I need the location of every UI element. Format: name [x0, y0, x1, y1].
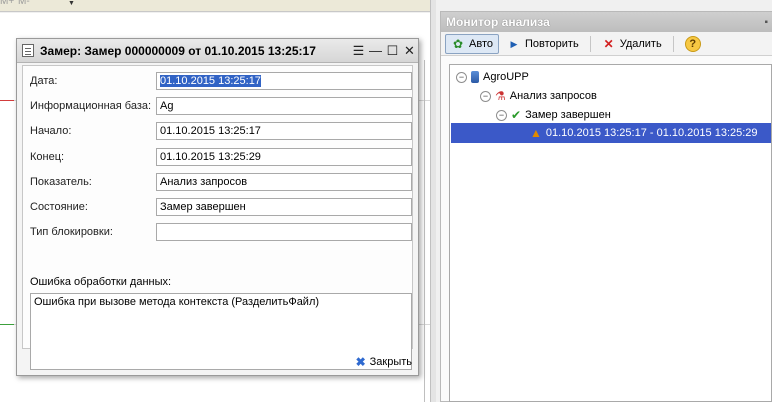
- tree-node-label: Замер завершен: [525, 109, 611, 121]
- dialog-title: Замер: Замер 000000009 от 01.10.2015 13:…: [40, 43, 316, 58]
- close-icon[interactable]: ✕: [401, 42, 418, 59]
- end-field[interactable]: 01.10.2015 13:25:29: [156, 148, 412, 166]
- analysis-tree[interactable]: − AgroUPP − ⚗ Анализ запросов − ✔ Замер …: [449, 64, 772, 402]
- monitor-header: Монитор анализа ▪: [441, 12, 772, 32]
- delete-button[interactable]: ✕ Удалить: [596, 34, 668, 54]
- tree-node-measurement[interactable]: ▲ 01.10.2015 13:25:17 - 01.10.2015 13:25…: [451, 123, 771, 143]
- memory-plus-icon[interactable]: M+: [0, 0, 14, 7]
- end-label: Конец:: [30, 151, 65, 163]
- infobase-label: Информационная база:: [30, 100, 152, 112]
- toolbar-separator: [589, 35, 591, 52]
- collapse-icon[interactable]: −: [496, 109, 507, 121]
- play-icon: ▶: [510, 38, 518, 49]
- end-row: Конец:: [30, 148, 157, 166]
- delete-icon: ✕: [603, 36, 614, 51]
- monitor-title: Монитор анализа: [446, 15, 550, 29]
- date-label: Дата:: [30, 75, 58, 87]
- state-label: Состояние:: [30, 201, 88, 213]
- panel-splitter[interactable]: [430, 0, 436, 402]
- start-field[interactable]: 01.10.2015 13:25:17: [156, 122, 412, 140]
- lock-type-field[interactable]: [156, 223, 412, 241]
- tree-node-query-analysis[interactable]: − ⚗ Анализ запросов: [480, 86, 597, 106]
- tree-node-root[interactable]: − AgroUPP: [456, 67, 529, 87]
- monitor-toolbar: ✿ Авто ▶ Повторить ✕ Удалить ?: [441, 32, 772, 56]
- help-icon: ?: [684, 35, 701, 52]
- lock-type-row: Тип блокировки:: [30, 223, 157, 241]
- document-icon: [22, 44, 34, 57]
- toolbar-separator: [672, 35, 674, 52]
- date-field[interactable]: 01.10.2015 13:25:17: [156, 72, 412, 90]
- dialog-form: Дата: 01.10.2015 13:25:17 Информационная…: [22, 65, 413, 370]
- background-toolbar: M+ M- ▼: [0, 0, 436, 12]
- repeat-button[interactable]: ▶ Повторить: [501, 34, 585, 54]
- collapse-icon[interactable]: −: [456, 71, 467, 83]
- measurement-done-icon: ✔: [511, 108, 522, 122]
- dialog-footer: ✖ Закрыть: [17, 349, 418, 375]
- database-icon: [471, 71, 479, 83]
- tree-node-measurement-done[interactable]: − ✔ Замер завершен: [496, 105, 611, 125]
- measurement-icon: ▲: [530, 126, 542, 140]
- dropdown-arrow-icon[interactable]: ▼: [68, 0, 75, 7]
- date-value: 01.10.2015 13:25:17: [160, 75, 261, 87]
- monitor-panel: Монитор анализа ▪ ✿ Авто ▶ Повторить ✕ У…: [440, 11, 772, 402]
- memory-minus-icon[interactable]: M-: [18, 0, 30, 7]
- close-button-label: Закрыть: [369, 356, 412, 368]
- tree-node-label: 01.10.2015 13:25:17 - 01.10.2015 13:25:2…: [545, 127, 758, 139]
- state-row: Состояние:: [30, 198, 157, 216]
- menu-icon[interactable]: ☰: [350, 42, 367, 59]
- chart-red-marker: [0, 100, 14, 101]
- maximize-icon[interactable]: ☐: [384, 42, 401, 59]
- metric-label: Показатель:: [30, 176, 92, 188]
- metric-field[interactable]: Анализ запросов: [156, 173, 412, 191]
- help-button[interactable]: ?: [679, 34, 707, 54]
- repeat-button-label: Повторить: [524, 37, 579, 50]
- infobase-field[interactable]: Ag: [156, 97, 412, 115]
- tree-node-label: AgroUPP: [483, 71, 529, 83]
- state-field[interactable]: Замер завершен: [156, 198, 412, 216]
- infobase-row: Информационная база:: [30, 97, 157, 115]
- metric-row: Показатель:: [30, 173, 157, 191]
- auto-button[interactable]: ✿ Авто: [445, 33, 499, 54]
- tree-node-label: Анализ запросов: [509, 90, 597, 102]
- query-analysis-icon: ⚗: [495, 89, 506, 103]
- measurement-dialog: Замер: Замер 000000009 от 01.10.2015 13:…: [16, 38, 419, 376]
- dialog-titlebar[interactable]: Замер: Замер 000000009 от 01.10.2015 13:…: [17, 39, 418, 63]
- auto-refresh-icon: ✿: [452, 36, 464, 51]
- start-label: Начало:: [30, 125, 72, 137]
- start-row: Начало:: [30, 122, 157, 140]
- error-label: Ошибка обработки данных:: [30, 276, 172, 288]
- auto-button-label: Авто: [469, 37, 493, 50]
- minimize-icon[interactable]: —: [367, 42, 384, 59]
- chart-green-marker: [0, 324, 14, 325]
- close-button[interactable]: ✖ Закрыть: [356, 355, 412, 369]
- delete-button-label: Удалить: [619, 37, 662, 50]
- lock-type-label: Тип блокировки:: [30, 226, 113, 238]
- close-x-icon: ✖: [355, 355, 366, 369]
- collapse-icon[interactable]: −: [480, 90, 491, 102]
- pin-icon[interactable]: ▪: [764, 17, 772, 28]
- background-separator: [424, 60, 425, 402]
- date-row: Дата:: [30, 72, 157, 90]
